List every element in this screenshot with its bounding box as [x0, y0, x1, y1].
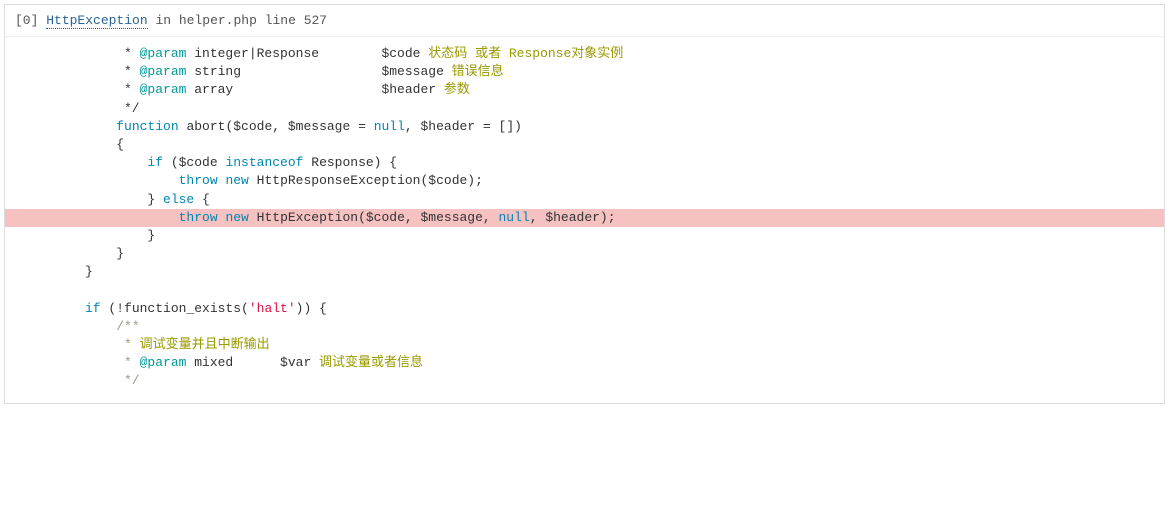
code-line: * @param integer|Response $code 状态码 或者 R… [5, 45, 1164, 63]
code-line: } [5, 263, 1164, 281]
code-line: /** [5, 318, 1164, 336]
code-line: * @param array $header 参数 [5, 81, 1164, 99]
trace-index: [0] [15, 13, 38, 28]
code-line: if ($code instanceof Response) { [5, 154, 1164, 172]
code-line: if (!function_exists('halt')) { [5, 300, 1164, 318]
source-code-block: * @param integer|Response $code 状态码 或者 R… [5, 37, 1164, 403]
code-line: } [5, 245, 1164, 263]
in-label: in [155, 13, 171, 28]
code-line: */ [5, 372, 1164, 390]
code-line-highlighted: throw new HttpException($code, $message,… [5, 209, 1164, 227]
code-line: } [5, 227, 1164, 245]
file-location: helper.php line 527 [179, 13, 327, 28]
code-line: * @param mixed $var 调试变量或者信息 [5, 354, 1164, 372]
code-line: } else { [5, 191, 1164, 209]
error-trace-panel: [0] HttpException in helper.php line 527… [4, 4, 1165, 404]
code-line: * 调试变量并且中断输出 [5, 336, 1164, 354]
code-line: */ [5, 100, 1164, 118]
code-line [5, 281, 1164, 299]
trace-header: [0] HttpException in helper.php line 527 [5, 5, 1164, 37]
code-line: throw new HttpResponseException($code); [5, 172, 1164, 190]
code-line: * @param string $message 错误信息 [5, 63, 1164, 81]
code-line: function abort($code, $message = null, $… [5, 118, 1164, 136]
code-line: { [5, 136, 1164, 154]
exception-name[interactable]: HttpException [46, 13, 147, 29]
